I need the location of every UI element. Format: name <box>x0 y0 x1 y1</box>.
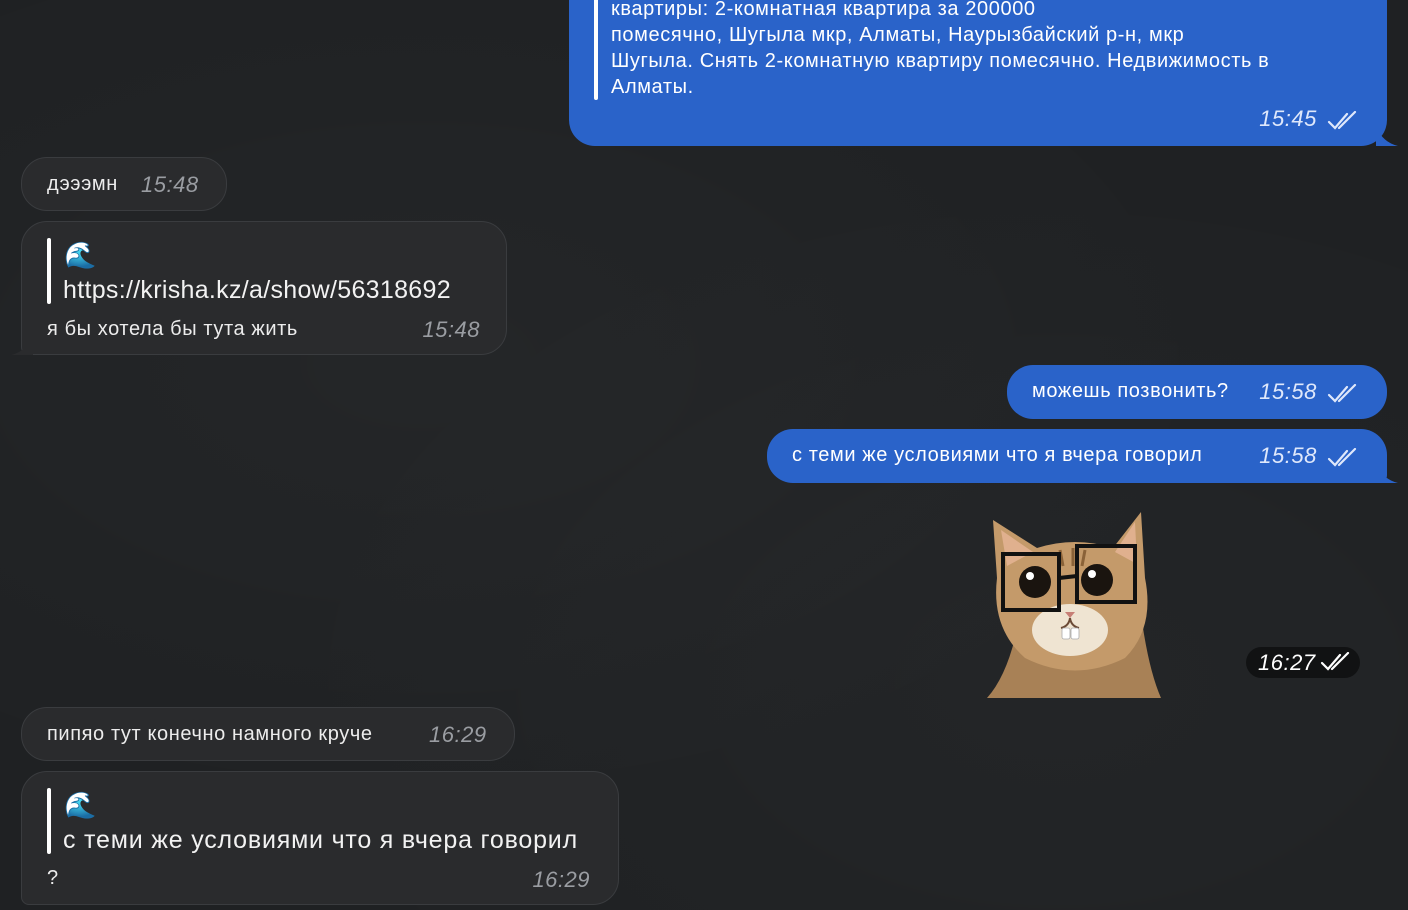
sticker-time-badge: 16:27 <box>1246 647 1360 678</box>
quote-emoji: 🌊 <box>64 240 97 270</box>
quote-bar <box>47 788 51 854</box>
message-time: 15:58 <box>1259 443 1317 468</box>
message-time: 16:27 <box>1258 650 1316 675</box>
message-incoming-with-quote[interactable]: 🌊 с теми же условиями что я вчера говори… <box>21 771 619 905</box>
message-text: я бы хотела бы тута жить <box>47 318 298 340</box>
double-check-icon <box>1327 383 1357 403</box>
message-time: 16:29 <box>429 722 487 747</box>
message-incoming[interactable]: дэээмн 15:48 <box>21 157 227 211</box>
message-time: 15:45 <box>1259 106 1317 131</box>
message-outgoing[interactable]: квартиры: 2-комнатная квартира за 200000… <box>569 0 1387 146</box>
message-time: 15:48 <box>422 317 480 342</box>
cat-with-glasses-sticker <box>987 512 1161 698</box>
bubble-tail <box>11 335 33 355</box>
bubble-tail <box>1376 463 1398 483</box>
quote-text[interactable]: с теми же условиями что я вчера говорил <box>63 826 578 855</box>
bubble-tail <box>1376 126 1398 146</box>
message-incoming[interactable]: пипяо тут конечно намного круче 16:29 <box>21 707 515 761</box>
message-outgoing[interactable]: с теми же условиями что я вчера говорил … <box>767 429 1387 483</box>
quote-bar <box>47 238 51 304</box>
message-text: квартиры: 2-комнатная квартира за 200000… <box>611 0 1270 98</box>
quote-emoji: 🌊 <box>64 790 97 820</box>
double-check-icon <box>1327 110 1357 130</box>
message-text: дэээмн <box>47 173 118 195</box>
message-meta: 15:58 <box>1259 443 1359 469</box>
double-check-icon <box>1327 447 1357 467</box>
message-text: можешь позвонить? <box>1032 380 1229 402</box>
message-time: 15:58 <box>1259 379 1317 404</box>
message-meta: 15:58 <box>1259 379 1359 405</box>
message-outgoing[interactable]: можешь позвонить? 15:58 <box>1007 365 1387 419</box>
quote-link[interactable]: https://krisha.kz/a/show/56318692 <box>63 276 451 305</box>
message-meta: 15:45 <box>1259 106 1359 132</box>
message-incoming-with-quote[interactable]: 🌊 https://krisha.kz/a/show/56318692 я бы… <box>21 221 507 355</box>
message-text: пипяо тут конечно намного круче <box>47 723 373 745</box>
message-text: с теми же условиями что я вчера говорил <box>792 444 1203 466</box>
double-check-icon <box>1320 652 1350 671</box>
message-time: 15:48 <box>141 172 199 197</box>
quote-bar <box>594 0 598 100</box>
message-time: 16:29 <box>532 867 590 892</box>
sticker-message[interactable] <box>985 508 1165 698</box>
message-text: ? <box>47 867 59 889</box>
